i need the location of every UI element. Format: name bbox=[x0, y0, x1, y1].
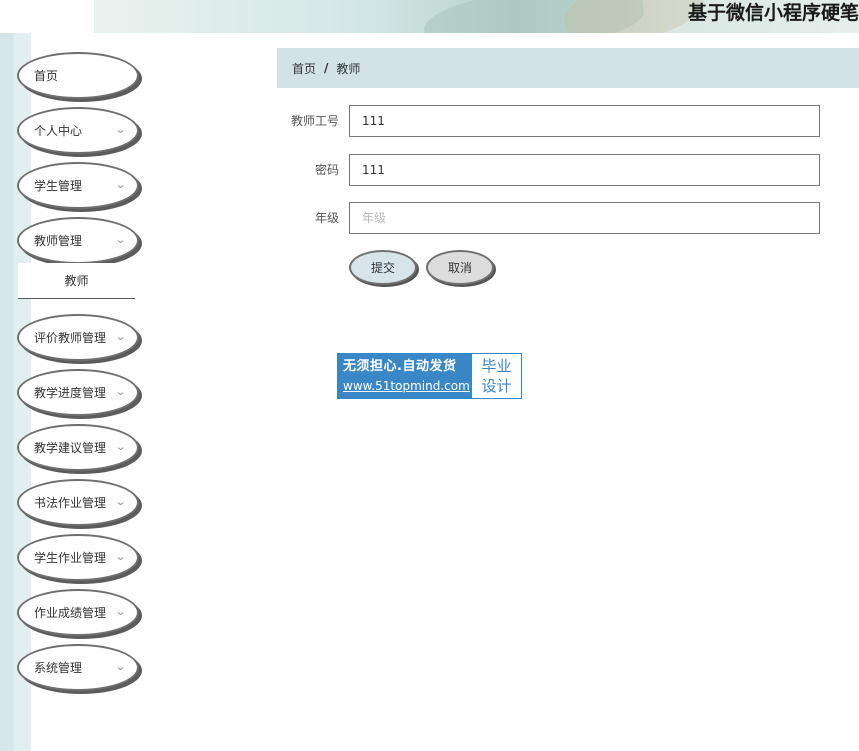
sidebar-item-personal-center[interactable]: 个人中心 ⌄ bbox=[17, 107, 139, 154]
submenu-item-teacher[interactable]: 教师 bbox=[18, 263, 135, 299]
sidebar-item-home[interactable]: 首页 bbox=[17, 52, 139, 99]
sidebar-item-label: 学生管理 bbox=[34, 179, 83, 193]
teacher-id-label: 教师工号 bbox=[290, 114, 339, 128]
sidebar-item-student-homework[interactable]: 学生作业管理 ⌄ bbox=[17, 534, 139, 581]
chevron-down-icon: ⌄ bbox=[114, 123, 127, 136]
watermark-badge: 无须担心.自动发货 www.51topmind.com 毕业 设计 bbox=[337, 353, 522, 399]
password-input[interactable] bbox=[349, 154, 820, 186]
sidebar-item-calligraphy-homework[interactable]: 书法作业管理 ⌄ bbox=[17, 479, 139, 526]
sidebar-item-label: 教学建议管理 bbox=[34, 441, 107, 455]
form-row-password: 密码 bbox=[277, 154, 837, 186]
sidebar-item-label: 教学进度管理 bbox=[34, 386, 107, 400]
app-title: 基于微信小程序硬笔 bbox=[687, 2, 859, 24]
chevron-down-icon: ⌄ bbox=[114, 330, 127, 343]
teacher-id-input[interactable] bbox=[349, 105, 820, 137]
chevron-down-icon: ⌄ bbox=[114, 440, 127, 453]
watermark-left: 无须担心.自动发货 www.51topmind.com bbox=[338, 354, 472, 398]
breadcrumb-home-link[interactable]: 首页 bbox=[292, 60, 316, 77]
breadcrumb-current: 教师 bbox=[336, 61, 361, 76]
sidebar-item-system-management[interactable]: 系统管理 ⌄ bbox=[17, 644, 139, 691]
chevron-down-icon: ⌄ bbox=[114, 233, 127, 246]
watermark-url: www.51topmind.com bbox=[343, 379, 470, 393]
sidebar-item-label: 个人中心 bbox=[34, 124, 83, 138]
sidebar-item-label: 学生作业管理 bbox=[34, 551, 107, 565]
sidebar-edge bbox=[0, 33, 14, 751]
breadcrumb-separator: / bbox=[324, 61, 329, 75]
chevron-down-icon: ⌄ bbox=[114, 605, 127, 618]
sidebar-item-teaching-progress[interactable]: 教学进度管理 ⌄ bbox=[17, 369, 139, 416]
form-row-grade: 年级 bbox=[277, 202, 837, 234]
sidebar-item-label: 作业成绩管理 bbox=[34, 606, 107, 620]
grade-label: 年级 bbox=[314, 211, 339, 225]
sidebar-item-student-management[interactable]: 学生管理 ⌄ bbox=[17, 162, 139, 209]
sidebar-item-teaching-suggestions[interactable]: 教学建议管理 ⌄ bbox=[17, 424, 139, 471]
sidebar-item-label: 系统管理 bbox=[34, 661, 83, 675]
password-label: 密码 bbox=[314, 163, 339, 177]
cancel-button[interactable]: 取消 bbox=[426, 250, 494, 285]
form-row-teacher-id: 教师工号 bbox=[277, 105, 837, 137]
chevron-down-icon: ⌄ bbox=[114, 495, 127, 508]
chevron-down-icon: ⌄ bbox=[114, 385, 127, 398]
sidebar-item-homework-grades[interactable]: 作业成绩管理 ⌄ bbox=[17, 589, 139, 636]
chevron-down-icon: ⌄ bbox=[114, 178, 127, 191]
breadcrumb: 首页 / 教师 bbox=[277, 48, 859, 88]
header-banner: 基于微信小程序硬笔 bbox=[94, 0, 859, 33]
sidebar-item-label: 书法作业管理 bbox=[34, 496, 107, 510]
chevron-down-icon: ⌄ bbox=[114, 550, 127, 563]
submit-button[interactable]: 提交 bbox=[349, 250, 417, 285]
watermark-text: 毕业 bbox=[481, 357, 512, 375]
banner-decoration bbox=[558, 0, 710, 33]
watermark-slogan: 无须担心.自动发货 bbox=[343, 359, 457, 374]
sidebar-item-teacher-management[interactable]: 教师管理 ⌄ bbox=[17, 217, 139, 264]
sidebar-item-label: 评价教师管理 bbox=[34, 331, 107, 345]
sidebar-item-label: 教师管理 bbox=[34, 234, 83, 248]
watermark-text: 设计 bbox=[481, 377, 512, 395]
sidebar-item-teacher-evaluation[interactable]: 评价教师管理 ⌄ bbox=[17, 314, 139, 361]
watermark-right: 毕业 设计 bbox=[472, 354, 521, 398]
grade-input[interactable] bbox=[349, 202, 820, 234]
sidebar-item-label: 首页 bbox=[34, 69, 59, 83]
chevron-down-icon: ⌄ bbox=[114, 660, 127, 673]
